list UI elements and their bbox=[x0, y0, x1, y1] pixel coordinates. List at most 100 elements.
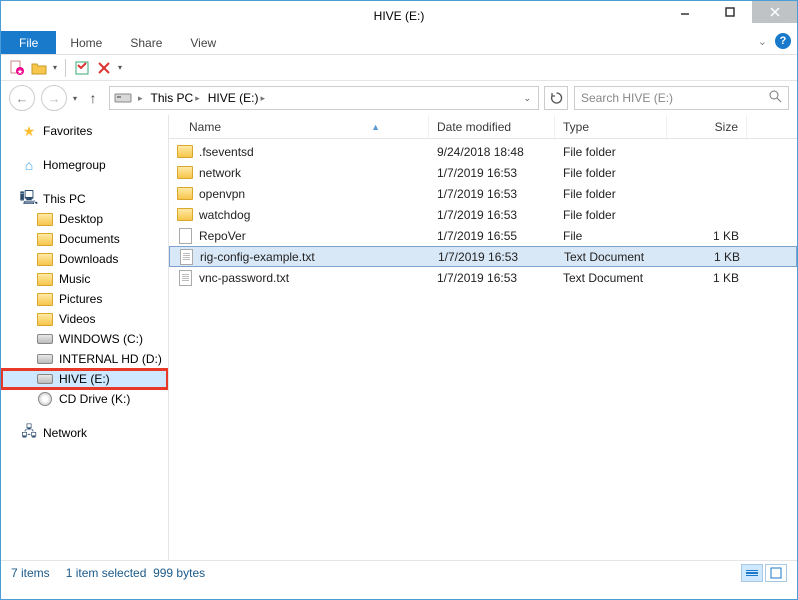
sidebar-network[interactable]: 🖧 Network bbox=[1, 423, 168, 443]
delete-icon[interactable] bbox=[96, 60, 112, 76]
forward-button[interactable]: → bbox=[41, 85, 67, 111]
qat-dropdown-icon[interactable]: ▾ bbox=[53, 63, 57, 72]
folder-icon bbox=[37, 273, 53, 286]
close-button[interactable] bbox=[752, 1, 797, 23]
column-name[interactable]: Name ▲ bbox=[169, 115, 429, 138]
search-icon bbox=[769, 90, 782, 106]
file-name: openvpn bbox=[199, 187, 245, 201]
column-date[interactable]: Date modified bbox=[429, 115, 555, 138]
text-file-icon bbox=[179, 270, 192, 286]
column-size[interactable]: Size bbox=[667, 115, 747, 138]
sidebar-item-internal-hd-d-[interactable]: INTERNAL HD (D:) bbox=[1, 349, 168, 369]
file-date: 1/7/2019 16:53 bbox=[430, 250, 556, 264]
sidebar-item-downloads[interactable]: Downloads bbox=[1, 249, 168, 269]
minimize-button[interactable] bbox=[662, 1, 707, 23]
sidebar-item-windows-c-[interactable]: WINDOWS (C:) bbox=[1, 329, 168, 349]
file-row[interactable]: RepoVer1/7/2019 16:55File1 KB bbox=[169, 225, 797, 246]
status-size: 999 bytes bbox=[153, 566, 205, 580]
file-pane: Name ▲ Date modified Type Size .fsevents… bbox=[169, 115, 797, 560]
new-folder-icon[interactable] bbox=[31, 60, 47, 76]
maximize-button[interactable] bbox=[707, 1, 752, 23]
large-icons-view-button[interactable] bbox=[765, 564, 787, 582]
sidebar-item-music[interactable]: Music bbox=[1, 269, 168, 289]
file-row[interactable]: vnc-password.txt1/7/2019 16:53Text Docum… bbox=[169, 267, 797, 288]
file-icon bbox=[179, 228, 192, 244]
sidebar-item-videos[interactable]: Videos bbox=[1, 309, 168, 329]
column-type[interactable]: Type bbox=[555, 115, 667, 138]
new-document-icon[interactable]: ★ bbox=[9, 60, 25, 76]
drive-icon bbox=[37, 334, 53, 344]
forward-arrow-icon: → bbox=[48, 91, 61, 106]
sidebar-item-desktop[interactable]: Desktop bbox=[1, 209, 168, 229]
sidebar-item-label: CD Drive (K:) bbox=[59, 392, 130, 406]
drive-icon bbox=[114, 92, 132, 104]
breadcrumb-sep0[interactable]: ▸ bbox=[136, 92, 145, 105]
breadcrumb-hive[interactable]: HIVE (E:) ▸ bbox=[206, 90, 267, 106]
sidebar-item-documents[interactable]: Documents bbox=[1, 229, 168, 249]
sidebar-item-label: HIVE (E:) bbox=[59, 372, 110, 386]
column-headers: Name ▲ Date modified Type Size bbox=[169, 115, 797, 139]
computer-icon: 🖳 bbox=[21, 191, 37, 207]
sidebar-item-label: Downloads bbox=[59, 252, 118, 266]
sidebar-favorites[interactable]: ★ Favorites bbox=[1, 121, 168, 141]
recent-locations-dropdown[interactable]: ▾ bbox=[73, 94, 77, 103]
chevron-right-icon: ▸ bbox=[138, 93, 143, 104]
breadcrumb-thispc[interactable]: This PC ▸ bbox=[149, 90, 202, 106]
sidebar-item-hive-e-[interactable]: HIVE (E:) bbox=[1, 369, 168, 389]
sidebar-item-cd-drive-k-[interactable]: CD Drive (K:) bbox=[1, 389, 168, 409]
folder-icon bbox=[37, 213, 53, 226]
file-type: File folder bbox=[555, 187, 667, 201]
file-size: 1 KB bbox=[667, 229, 747, 243]
sidebar-item-label: INTERNAL HD (D:) bbox=[59, 352, 162, 366]
file-row[interactable]: .fseventsd9/24/2018 18:48File folder bbox=[169, 141, 797, 162]
sidebar-item-label: Music bbox=[59, 272, 90, 286]
sidebar-thispc[interactable]: 🖳 This PC bbox=[1, 189, 168, 209]
folder-icon bbox=[177, 145, 193, 158]
close-icon bbox=[769, 6, 781, 18]
folder-icon bbox=[37, 313, 53, 326]
help-icon[interactable]: ? bbox=[775, 33, 791, 49]
address-dropdown-icon[interactable]: ⌄ bbox=[523, 93, 534, 104]
delete-dropdown-icon[interactable]: ▾ bbox=[118, 63, 122, 72]
title-bar: HIVE (E:) bbox=[1, 1, 797, 31]
sidebar-item-label: Favorites bbox=[43, 124, 92, 138]
file-tab[interactable]: File bbox=[1, 31, 56, 54]
sidebar-item-pictures[interactable]: Pictures bbox=[1, 289, 168, 309]
up-button[interactable]: ↑ bbox=[83, 90, 103, 106]
file-row[interactable]: watchdog1/7/2019 16:53File folder bbox=[169, 204, 797, 225]
file-date: 1/7/2019 16:55 bbox=[429, 229, 555, 243]
svg-text:★: ★ bbox=[17, 68, 23, 76]
file-date: 9/24/2018 18:48 bbox=[429, 145, 555, 159]
details-view-button[interactable] bbox=[741, 564, 763, 582]
status-selection: 1 item selected bbox=[66, 566, 147, 580]
drive-icon bbox=[37, 374, 53, 384]
tab-view[interactable]: View bbox=[176, 31, 230, 54]
back-button[interactable]: ← bbox=[9, 85, 35, 111]
sidebar-item-label: Network bbox=[43, 426, 87, 440]
folder-icon bbox=[37, 233, 53, 246]
window-controls bbox=[662, 1, 797, 23]
up-arrow-icon: ↑ bbox=[90, 90, 97, 106]
details-view-icon bbox=[746, 570, 758, 577]
maximize-icon bbox=[724, 6, 736, 18]
qat-separator bbox=[65, 59, 66, 77]
file-row[interactable]: network1/7/2019 16:53File folder bbox=[169, 162, 797, 183]
sidebar-item-label: Videos bbox=[59, 312, 95, 326]
properties-icon[interactable] bbox=[74, 60, 90, 76]
tab-share[interactable]: Share bbox=[116, 31, 176, 54]
search-input[interactable]: Search HIVE (E:) bbox=[574, 86, 789, 110]
file-row[interactable]: openvpn1/7/2019 16:53File folder bbox=[169, 183, 797, 204]
large-icons-icon bbox=[770, 567, 782, 579]
sidebar-item-label: Homegroup bbox=[43, 158, 106, 172]
sidebar-item-label: Pictures bbox=[59, 292, 102, 306]
file-name: watchdog bbox=[199, 208, 250, 222]
ribbon-help: ⌄ ? bbox=[758, 33, 791, 49]
file-row[interactable]: rig-config-example.txt1/7/2019 16:53Text… bbox=[169, 246, 797, 267]
tab-home[interactable]: Home bbox=[56, 31, 116, 54]
refresh-button[interactable] bbox=[544, 86, 568, 110]
address-bar[interactable]: ▸ This PC ▸ HIVE (E:) ▸ ⌄ bbox=[109, 86, 539, 110]
sidebar-homegroup[interactable]: ⌂ Homegroup bbox=[1, 155, 168, 175]
ribbon-collapse-icon[interactable]: ⌄ bbox=[758, 35, 767, 48]
file-date: 1/7/2019 16:53 bbox=[429, 208, 555, 222]
network-icon: 🖧 bbox=[21, 425, 37, 441]
